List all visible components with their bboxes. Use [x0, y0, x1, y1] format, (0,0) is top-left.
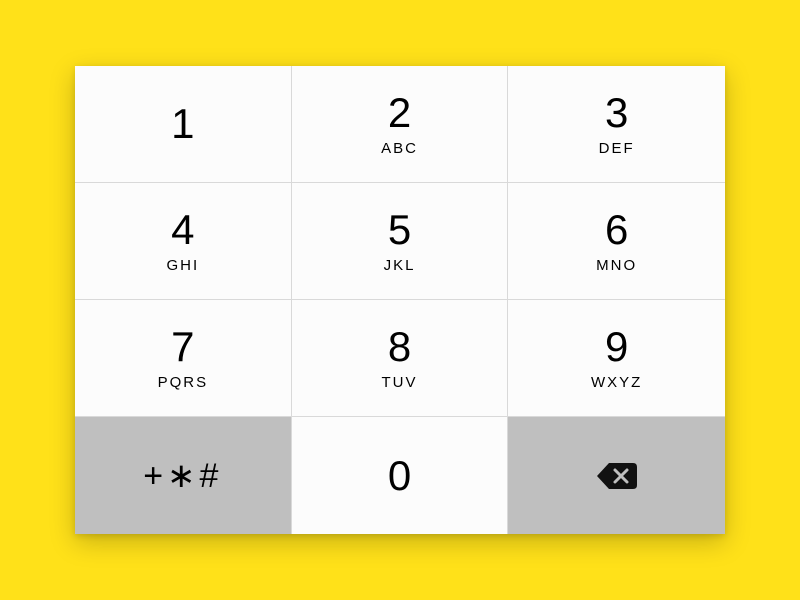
key-digit: 8 — [388, 326, 411, 368]
key-letters: DEF — [599, 140, 635, 157]
key-1[interactable]: 1 — [75, 66, 292, 183]
key-letters: ABC — [381, 140, 418, 157]
phone-keypad: 1 2 ABC 3 DEF 4 GHI 5 JKL 6 MNO 7 PQRS 8… — [75, 66, 725, 534]
key-glyphs: +∗# — [143, 456, 222, 496]
key-letters: TUV — [381, 374, 417, 391]
key-7[interactable]: 7 PQRS — [75, 300, 292, 417]
key-4[interactable]: 4 GHI — [75, 183, 292, 300]
key-5[interactable]: 5 JKL — [292, 183, 509, 300]
key-backspace[interactable] — [508, 417, 725, 534]
key-digit: 7 — [171, 326, 194, 368]
key-letters: PQRS — [158, 374, 209, 391]
key-digit: 1 — [171, 103, 194, 145]
key-digit: 6 — [605, 209, 628, 251]
key-3[interactable]: 3 DEF — [508, 66, 725, 183]
key-8[interactable]: 8 TUV — [292, 300, 509, 417]
key-digit: 3 — [605, 92, 628, 134]
key-letters: WXYZ — [591, 374, 642, 391]
key-digit: 0 — [388, 455, 411, 497]
key-letters: GHI — [166, 257, 199, 274]
key-symbols[interactable]: +∗# — [75, 417, 292, 534]
key-9[interactable]: 9 WXYZ — [508, 300, 725, 417]
key-digit: 5 — [388, 209, 411, 251]
key-6[interactable]: 6 MNO — [508, 183, 725, 300]
key-digit: 4 — [171, 209, 194, 251]
key-letters: JKL — [384, 257, 416, 274]
key-digit: 2 — [388, 92, 411, 134]
key-2[interactable]: 2 ABC — [292, 66, 509, 183]
key-0[interactable]: 0 — [292, 417, 509, 534]
key-digit: 9 — [605, 326, 628, 368]
backspace-icon — [595, 460, 639, 492]
key-letters: MNO — [596, 257, 637, 274]
